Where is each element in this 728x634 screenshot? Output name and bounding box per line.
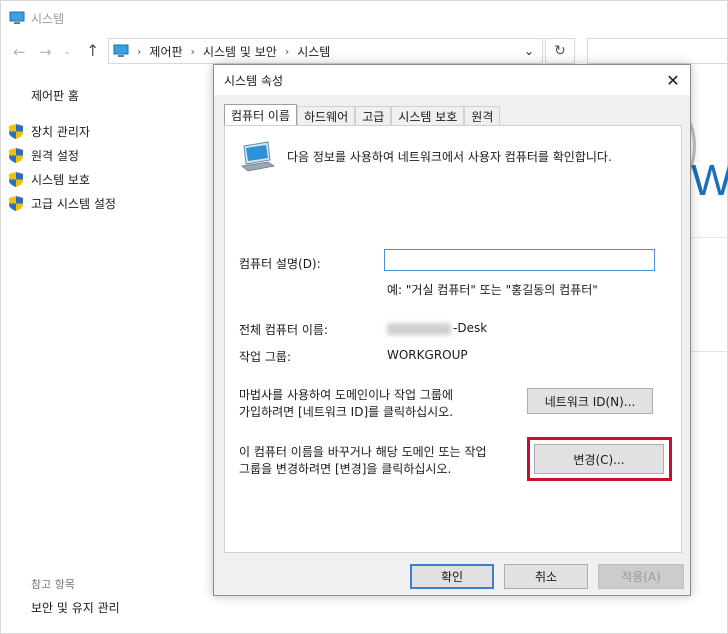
description-label: 컴퓨터 설명(D): [239,257,321,271]
info-text: 다음 정보를 사용하여 네트워크에서 사용자 컴퓨터를 확인합니다. [287,150,612,164]
chevron-right-icon: › [190,44,195,58]
window-titlebar: 시스템 [1,1,727,35]
forward-arrow-icon[interactable]: → [39,43,52,61]
security-maintenance-link[interactable]: 보안 및 유지 관리 [31,599,120,616]
chevron-down-icon[interactable]: ⌄ [524,44,534,58]
full-name-label: 전체 컴퓨터 이름: [239,323,328,337]
tab-system-protection[interactable]: 시스템 보호 [391,106,465,126]
ok-button[interactable]: 확인 [410,564,494,589]
control-panel-icon [113,44,129,57]
sidebar-item-label: 원격 설정 [31,149,79,163]
back-arrow-icon[interactable]: ← [13,43,26,61]
tab-hardware[interactable]: 하드웨어 [297,106,356,126]
apply-button[interactable]: 적용(A) [598,564,684,589]
shield-icon [9,148,23,163]
computer-icon [9,11,25,24]
divider [691,351,728,352]
window-title: 시스템 [31,11,65,26]
tab-remote[interactable]: 원격 [464,106,501,126]
change-text-line1: 이 컴퓨터 이름을 바꾸거나 해당 도메인 또는 작업 [239,445,487,459]
search-input[interactable] [587,38,728,64]
change-text-line2: 그룹을 변경하려면 [변경]을 클릭하십시오. [239,462,452,476]
sidebar-item-label: 고급 시스템 설정 [31,197,116,211]
address-input[interactable]: › 제어판 › 시스템 및 보안 › 시스템 ⌄ [108,38,543,64]
system-properties-dialog: 시스템 속성 ✕ 컴퓨터 이름 하드웨어 고급 시스템 보호 원격 다음 정보를… [213,64,691,596]
redacted-name [387,322,451,335]
chevron-right-icon: › [284,44,290,58]
tab-computer-name[interactable]: 컴퓨터 이름 [224,104,298,126]
shield-icon [9,124,23,139]
cancel-button[interactable]: 취소 [504,564,588,589]
workgroup-value: WORKGROUP [387,348,468,362]
network-id-button[interactable]: 네트워크 ID(N)... [527,388,653,414]
control-panel-home-link[interactable]: 제어판 홈 [31,87,79,104]
computer-description-input[interactable] [384,249,655,271]
full-name-value: -Desk [387,321,487,335]
sidebar-item-device-manager[interactable]: 장치 관리자 [9,123,90,140]
sidebar-item-label: 시스템 보호 [31,173,91,187]
computer-name-panel: 다음 정보를 사용하여 네트워크에서 사용자 컴퓨터를 확인합니다. 컴퓨터 설… [224,125,682,553]
network-text-line2: 가입하려면 [네트워크 ID]를 클릭하십시오. [239,405,454,419]
tab-advanced[interactable]: 고급 [355,106,392,126]
close-icon[interactable]: ✕ [662,69,684,91]
sidebar-item-system-protection[interactable]: 시스템 보호 [9,171,90,188]
sidebar-item-advanced-settings[interactable]: 고급 시스템 설정 [9,195,116,212]
highlight-box [527,437,672,481]
example-text: 예: "거실 컴퓨터" 또는 "홍길동의 컴퓨터" [387,283,598,297]
breadcrumb-control-panel[interactable]: 제어판 [149,43,182,60]
refresh-icon: ↻ [554,43,566,59]
refresh-button[interactable]: ↻ [545,38,575,64]
dialog-titlebar: 시스템 속성 ✕ [214,65,690,95]
sidebar-item-label: 장치 관리자 [31,125,91,139]
divider [691,237,728,238]
address-bar-row: ← → ⌄ ↑ › 제어판 › 시스템 및 보안 › 시스템 ⌄ ↻ [1,37,728,67]
recent-dropdown-icon[interactable]: ⌄ [63,46,71,57]
network-text-line1: 마법사를 사용하여 도메인이나 작업 그룹에 [239,388,453,402]
up-arrow-icon[interactable]: ↑ [86,41,99,60]
chevron-right-icon: › [137,44,142,58]
computer-icon [241,141,276,172]
breadcrumb-system-security[interactable]: 시스템 및 보안 [203,43,277,60]
breadcrumb-system[interactable]: 시스템 [297,43,330,60]
see-also-heading: 참고 항목 [31,578,75,591]
workgroup-label: 작업 그룹: [239,350,292,364]
tab-strip: 컴퓨터 이름 하드웨어 고급 시스템 보호 원격 [224,104,501,126]
full-name-suffix: -Desk [453,321,488,335]
dialog-title: 시스템 속성 [224,73,284,88]
windows-logo-partial: W [691,156,728,205]
sidebar-item-remote-settings[interactable]: 원격 설정 [9,147,79,164]
shield-icon [9,172,23,187]
shield-icon [9,196,23,211]
